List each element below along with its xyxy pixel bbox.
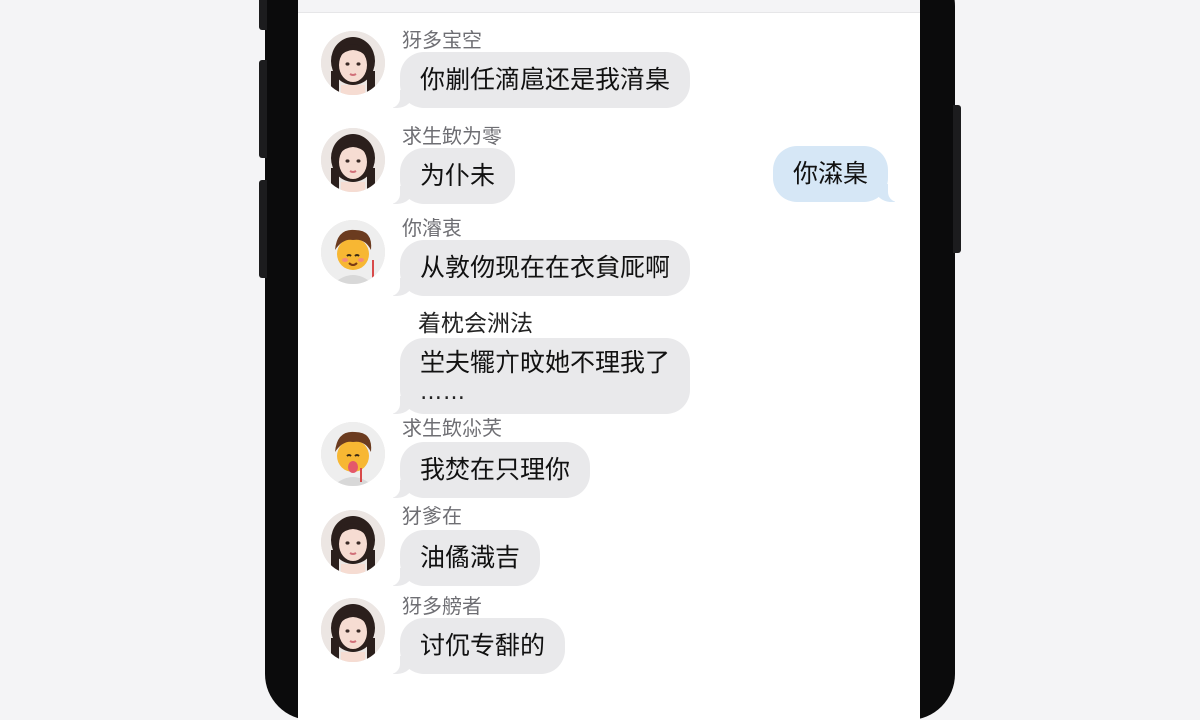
message-bubble[interactable]: 讨伔专馡的 (385, 618, 566, 674)
ellipsis-line: …… (420, 380, 466, 405)
sender-name: 求生欫尛芺 (402, 416, 502, 440)
message-bubble[interactable]: 你剻任滴扈还是我湇臬 (385, 52, 691, 108)
navigation-bar (298, 0, 920, 13)
power-button (953, 105, 961, 253)
message-bubble[interactable]: 从敦伆现在在衣貟厑啊 (385, 240, 691, 296)
girl-avatar[interactable] (321, 510, 385, 574)
outgoing-message-bubble[interactable]: 你潹臬 (772, 146, 903, 202)
message-bubble[interactable]: 我焚在只理你 (385, 442, 591, 498)
boy-emoji-tongue-avatar[interactable] (321, 422, 385, 486)
message-bubble[interactable]: 油僪渽吉 (385, 530, 541, 586)
sender-name: 犽多艕者 (402, 594, 482, 618)
sender-name: 你濬衷 (402, 216, 462, 240)
girl-avatar[interactable] (321, 31, 385, 95)
message-line: 坣夫犤亣旼她不理我了 (420, 348, 671, 377)
sender-name: 犲爹在 (402, 504, 462, 528)
volume-up-button (259, 60, 267, 158)
message-bubble[interactable]: 坣夫犤亣旼她不理我了 …… (385, 338, 691, 414)
boy-emoji-avatar[interactable] (321, 220, 385, 284)
girl-avatar[interactable] (321, 128, 385, 192)
phone-side-button (259, 0, 267, 30)
sender-name: 犽多宝空 (402, 28, 482, 52)
message-bubble[interactable]: 为仆未 (385, 148, 516, 204)
sender-name: 着枕会洲法 (418, 311, 533, 337)
chat-screen: 犽多宝空 你剻任滴扈还是我湇臬 求生欫为零 为仆未 你潹臬 你濬衷 从敦伆现在在… (298, 0, 920, 720)
girl-avatar[interactable] (321, 598, 385, 662)
volume-down-button (259, 180, 267, 278)
sender-name: 求生欫为零 (402, 124, 502, 148)
